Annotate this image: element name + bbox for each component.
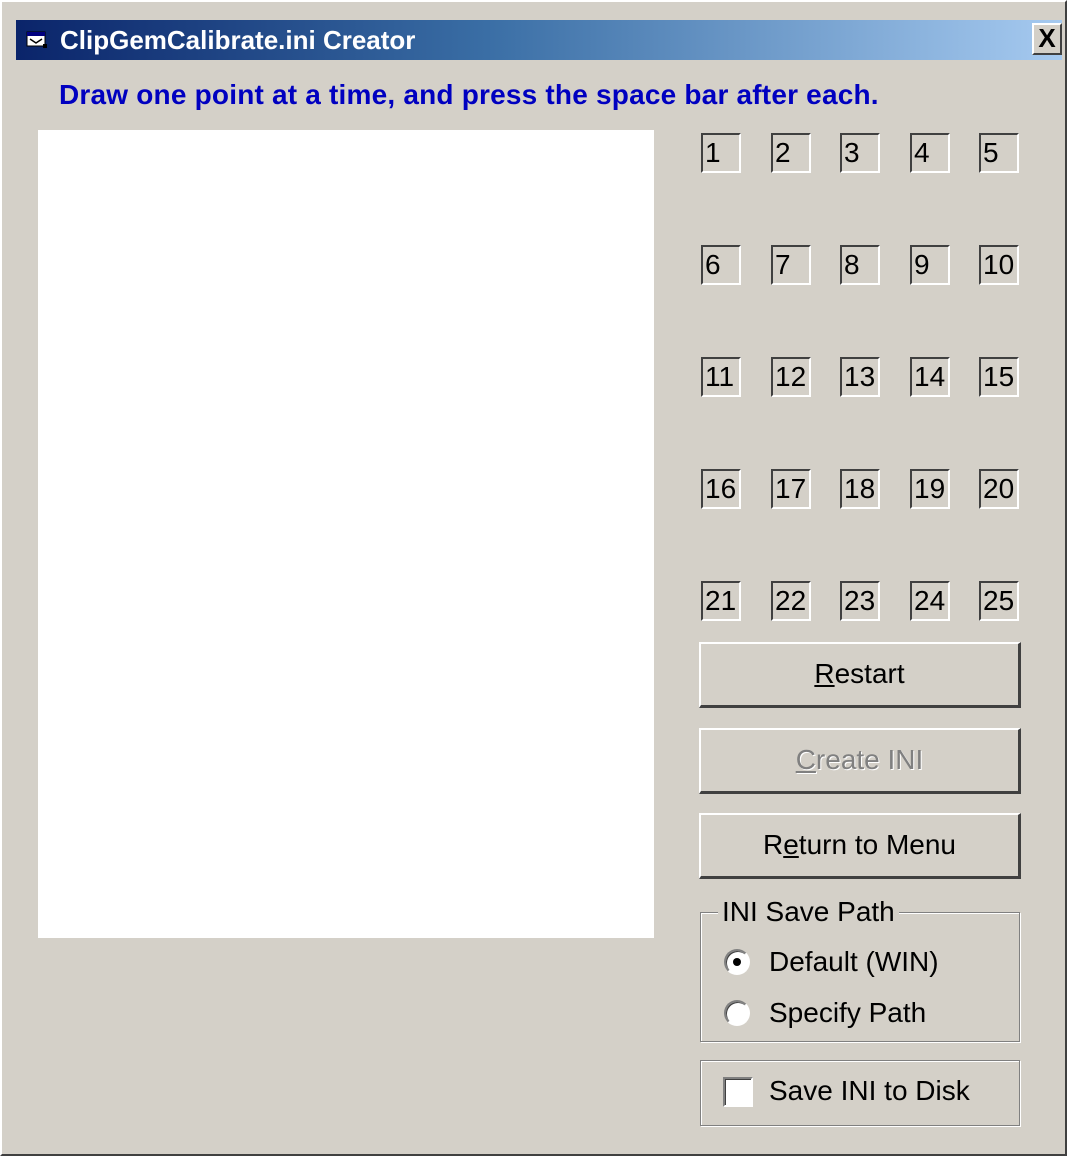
point-box-22: 22 — [771, 581, 811, 621]
point-box-25: 25 — [979, 581, 1019, 621]
return-menu-label-rest: turn to Menu — [798, 829, 956, 860]
point-box-16: 16 — [701, 469, 741, 509]
create-ini-label: reate INI — [815, 744, 924, 775]
point-box-19: 19 — [910, 469, 950, 509]
point-box-14: 14 — [910, 357, 950, 397]
point-box-9: 9 — [910, 245, 950, 285]
point-box-1: 1 — [701, 133, 741, 173]
point-box-21: 21 — [701, 581, 741, 621]
window-title: ClipGemCalibrate.ini Creator — [60, 25, 416, 55]
title-bar[interactable]: ClipGemCalibrate.ini Creator X — [16, 20, 1062, 60]
point-box-13: 13 — [840, 357, 880, 397]
return-menu-mnemonic: e — [783, 829, 799, 860]
app-window-icon — [26, 30, 48, 50]
point-box-4: 4 — [910, 133, 950, 173]
point-box-5: 5 — [979, 133, 1019, 173]
point-box-18: 18 — [840, 469, 880, 509]
save-ini-to-disk-label[interactable]: Save INI to Disk — [769, 1074, 970, 1108]
point-box-12: 12 — [771, 357, 811, 397]
point-box-7: 7 — [771, 245, 811, 285]
default-win-label[interactable]: Default (WIN) — [769, 945, 939, 979]
close-icon: X — [1038, 23, 1056, 53]
restart-label: estart — [834, 658, 905, 689]
point-box-11: 11 — [701, 357, 741, 397]
default-win-radio[interactable] — [724, 949, 750, 975]
point-box-2: 2 — [771, 133, 811, 173]
app-window: ClipGemCalibrate.ini Creator X Draw one … — [0, 0, 1067, 1156]
specify-path-label[interactable]: Specify Path — [769, 996, 926, 1030]
point-box-17: 17 — [771, 469, 811, 509]
point-box-8: 8 — [840, 245, 880, 285]
instruction-text: Draw one point at a time, and press the … — [59, 79, 879, 110]
radio-selected-dot — [733, 958, 741, 966]
create-ini-mnemonic: C — [795, 744, 816, 775]
point-box-3: 3 — [840, 133, 880, 173]
close-button[interactable]: X — [1032, 23, 1062, 55]
ini-save-path-legend: INI Save Path — [718, 896, 899, 928]
restart-mnemonic: R — [814, 658, 835, 689]
restart-button[interactable]: Restart — [699, 642, 1021, 708]
save-ini-to-disk-checkbox[interactable] — [723, 1077, 753, 1107]
point-box-6: 6 — [701, 245, 741, 285]
point-box-10: 10 — [979, 245, 1019, 285]
drawing-canvas[interactable] — [38, 130, 654, 938]
point-box-20: 20 — [979, 469, 1019, 509]
specify-path-radio[interactable] — [724, 1000, 750, 1026]
return-menu-label-start: R — [762, 829, 784, 860]
return-to-menu-button[interactable]: Return to Menu — [699, 813, 1021, 879]
point-box-24: 24 — [910, 581, 950, 621]
create-ini-button[interactable]: Create INI — [699, 728, 1021, 794]
point-box-15: 15 — [979, 357, 1019, 397]
point-box-23: 23 — [840, 581, 880, 621]
